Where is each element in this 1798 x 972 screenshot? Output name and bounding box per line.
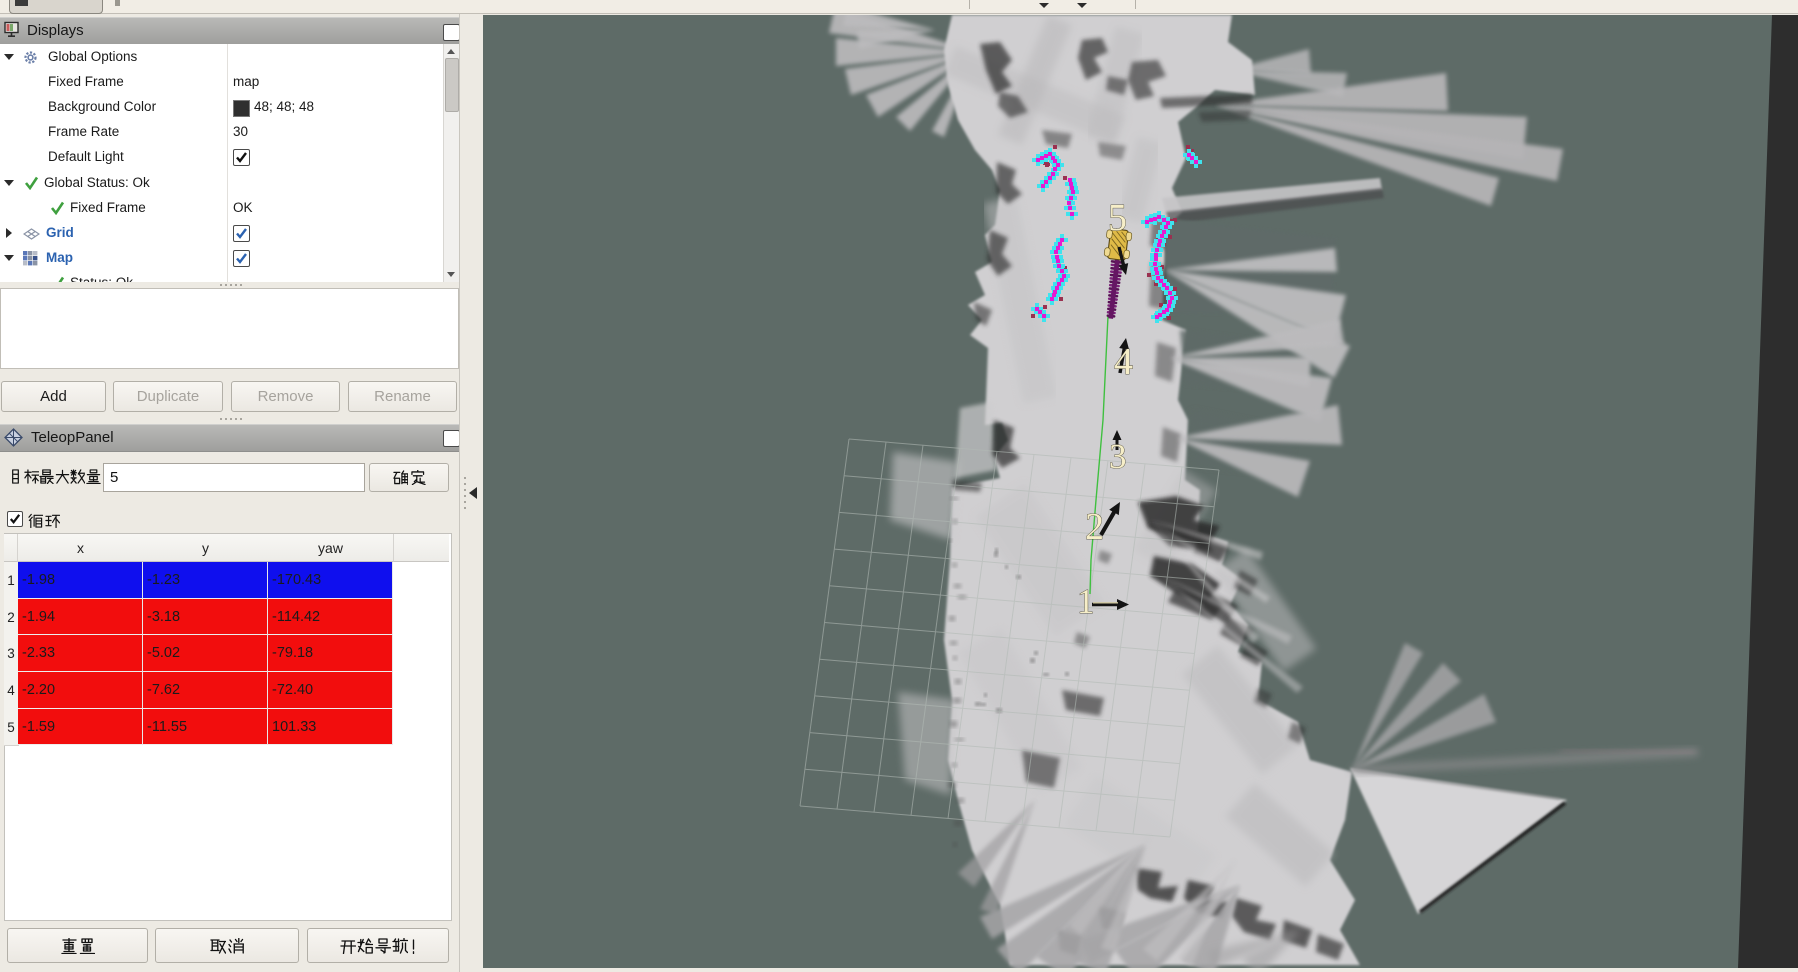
svg-text:3: 3 (1109, 437, 1127, 476)
svg-text:1: 1 (1077, 582, 1095, 621)
svg-text:4: 4 (1114, 341, 1133, 383)
svg-text:2: 2 (1085, 506, 1104, 548)
svg-text:5: 5 (1108, 197, 1127, 239)
